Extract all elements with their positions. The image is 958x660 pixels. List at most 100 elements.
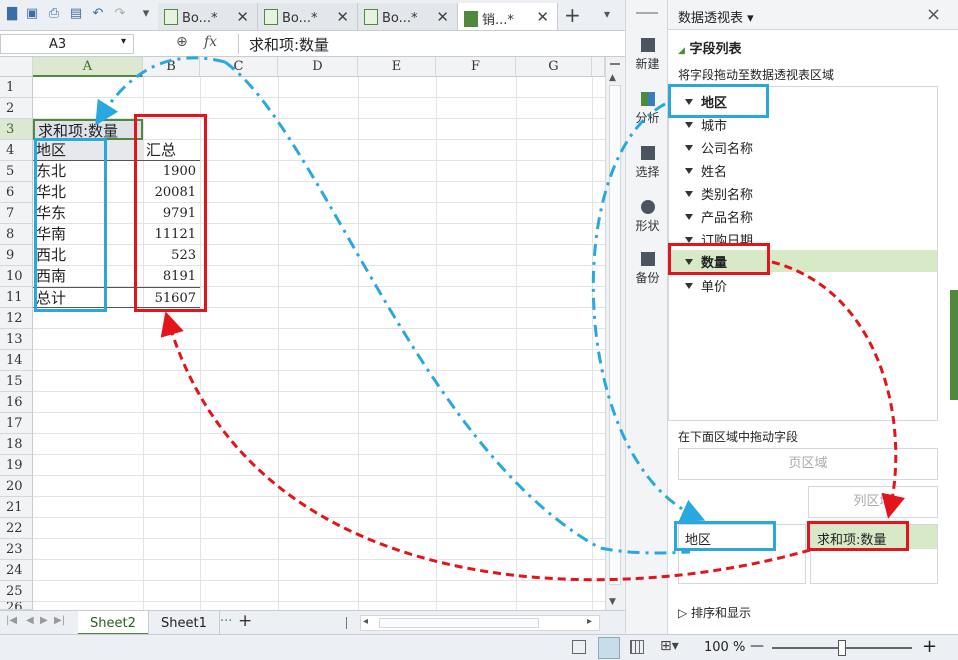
row-header[interactable]: 23 — [0, 539, 33, 560]
field-item-price[interactable]: 单价 — [669, 274, 937, 296]
column-area[interactable]: 列区域 — [808, 486, 938, 518]
zoom-in-button[interactable]: + — [922, 636, 937, 657]
tab-doc-4[interactable]: 销...* ✕ — [458, 3, 558, 30]
vertical-scrollbar[interactable]: ▲ ▼ — [605, 57, 625, 610]
chevron-down-icon[interactable]: ▾ — [747, 11, 754, 26]
row-header[interactable]: 8 — [0, 224, 33, 245]
select-all-corner[interactable] — [0, 57, 33, 77]
row-header[interactable]: 25 — [0, 581, 33, 602]
row-header[interactable]: 10 — [0, 266, 33, 287]
column-header-f[interactable]: F — [436, 57, 516, 77]
row-header[interactable]: 2 — [0, 98, 33, 119]
row-header[interactable]: 16 — [0, 392, 33, 413]
normal-view-icon[interactable] — [572, 640, 586, 654]
formula-input[interactable]: 求和项:数量 — [238, 34, 630, 54]
field-dropdown-icon[interactable] — [685, 191, 693, 197]
tab-list-icon[interactable]: ▾ — [604, 7, 610, 21]
collapse-handle[interactable] — [636, 12, 658, 14]
row-header[interactable]: 5 — [0, 161, 33, 182]
scroll-right-icon[interactable]: ▸ — [587, 616, 592, 627]
next-sheet-icon[interactable]: ▶ — [40, 615, 48, 626]
column-header-b[interactable]: B — [143, 57, 200, 77]
more-sheets-icon[interactable]: ··· — [220, 614, 232, 629]
name-box[interactable]: A3 ▾ — [0, 34, 134, 54]
close-icon[interactable]: × — [926, 4, 941, 25]
new-tab-button[interactable]: + — [564, 3, 581, 27]
panel-title[interactable]: 数据透视表 — [678, 11, 743, 26]
tab-doc-2[interactable]: Bo...* ✕ — [258, 3, 358, 30]
scroll-up-icon[interactable]: ▲ — [609, 73, 616, 83]
zoom-slider-thumb[interactable] — [838, 640, 846, 656]
side-backup-button[interactable]: 备份 — [626, 252, 669, 286]
preview-icon[interactable]: ▤ — [68, 6, 84, 22]
tab-doc-3[interactable]: Bo...* ✕ — [358, 3, 458, 30]
folder-icon[interactable]: ▇ — [4, 6, 20, 22]
page-break-view-icon[interactable] — [630, 640, 644, 654]
row-header[interactable]: 9 — [0, 245, 33, 266]
row-header[interactable]: 3 — [0, 119, 33, 140]
side-select-button[interactable]: 选择 — [626, 146, 669, 180]
scroll-left-icon[interactable]: ◂ — [363, 616, 368, 627]
row-header[interactable]: 18 — [0, 434, 33, 455]
row-header[interactable]: 21 — [0, 497, 33, 518]
zoom-level[interactable]: 100 % — [704, 640, 745, 655]
tab-doc-1[interactable]: Bo...* ✕ — [158, 3, 258, 30]
row-header[interactable]: 20 — [0, 476, 33, 497]
zoom-out-button[interactable]: — — [750, 638, 764, 654]
row-header[interactable]: 1 — [0, 77, 33, 98]
pivot-title-cell[interactable]: 求和项:数量 — [33, 119, 143, 140]
row-header[interactable]: 12 — [0, 308, 33, 329]
field-list-header[interactable]: ◢ 字段列表 — [678, 38, 741, 57]
row-header[interactable]: 19 — [0, 455, 33, 476]
add-sheet-button[interactable]: + — [238, 611, 252, 631]
scroll-down-icon[interactable]: ▼ — [609, 597, 616, 607]
print-icon[interactable]: ⎙ — [46, 6, 62, 22]
side-analyze-button[interactable]: 分析 — [626, 92, 669, 126]
undo-icon[interactable]: ↶ — [90, 6, 106, 22]
sheet-tab-sheet1[interactable]: Sheet1 — [148, 611, 220, 635]
close-icon[interactable]: ✕ — [336, 8, 349, 26]
column-header-c[interactable]: C — [200, 57, 278, 77]
close-icon[interactable]: ✕ — [536, 8, 549, 26]
row-header[interactable]: 22 — [0, 518, 33, 539]
field-dropdown-icon[interactable] — [685, 214, 693, 220]
close-icon[interactable]: ✕ — [436, 8, 449, 26]
sheet-tab-sheet2[interactable]: Sheet2 — [78, 611, 148, 635]
h-scroll-thumb[interactable] — [379, 618, 539, 628]
chevron-down-icon[interactable]: ▾ — [138, 6, 154, 22]
fullscreen-icon[interactable]: ⊞▾ — [660, 638, 679, 654]
prev-sheet-icon[interactable]: ◀ — [26, 615, 34, 626]
row-header[interactable]: 7 — [0, 203, 33, 224]
field-item-company[interactable]: 公司名称 — [669, 136, 937, 158]
scroll-top-icon[interactable] — [610, 63, 620, 65]
row-header[interactable]: 11 — [0, 287, 33, 308]
row-header[interactable]: 13 — [0, 329, 33, 350]
fx-icon[interactable]: fx — [204, 34, 217, 50]
save-icon[interactable]: ▣ — [24, 6, 40, 22]
row-header[interactable]: 6 — [0, 182, 33, 203]
panel-resize-handle[interactable] — [950, 290, 958, 400]
row-header[interactable]: 14 — [0, 350, 33, 371]
row-header[interactable]: 26 — [0, 602, 33, 610]
row-header[interactable]: 24 — [0, 560, 33, 581]
horizontal-scrollbar[interactable]: ◂ ▸ — [360, 615, 600, 631]
chevron-down-icon[interactable]: ▾ — [121, 36, 126, 47]
field-item-name[interactable]: 姓名 — [669, 159, 937, 181]
last-sheet-icon[interactable]: ▶| — [54, 615, 65, 626]
tab-splitter[interactable] — [346, 617, 347, 629]
field-dropdown-icon[interactable] — [685, 168, 693, 174]
zoom-icon[interactable]: ⊕ — [176, 34, 188, 50]
field-item-product[interactable]: 产品名称 — [669, 205, 937, 227]
close-icon[interactable]: ✕ — [236, 8, 249, 26]
sort-display-toggle[interactable]: ▷ 排序和显示 — [678, 604, 751, 621]
first-sheet-icon[interactable]: |◀ — [6, 615, 17, 626]
row-header[interactable]: 4 — [0, 140, 33, 161]
scroll-thumb[interactable] — [609, 85, 621, 585]
row-header[interactable]: 15 — [0, 371, 33, 392]
redo-icon[interactable]: ↷ — [112, 6, 128, 22]
column-header-d[interactable]: D — [278, 57, 358, 77]
field-dropdown-icon[interactable] — [685, 283, 693, 289]
side-shape-button[interactable]: 形状 — [626, 200, 669, 234]
column-header-h[interactable] — [592, 57, 605, 77]
field-dropdown-icon[interactable] — [685, 145, 693, 151]
